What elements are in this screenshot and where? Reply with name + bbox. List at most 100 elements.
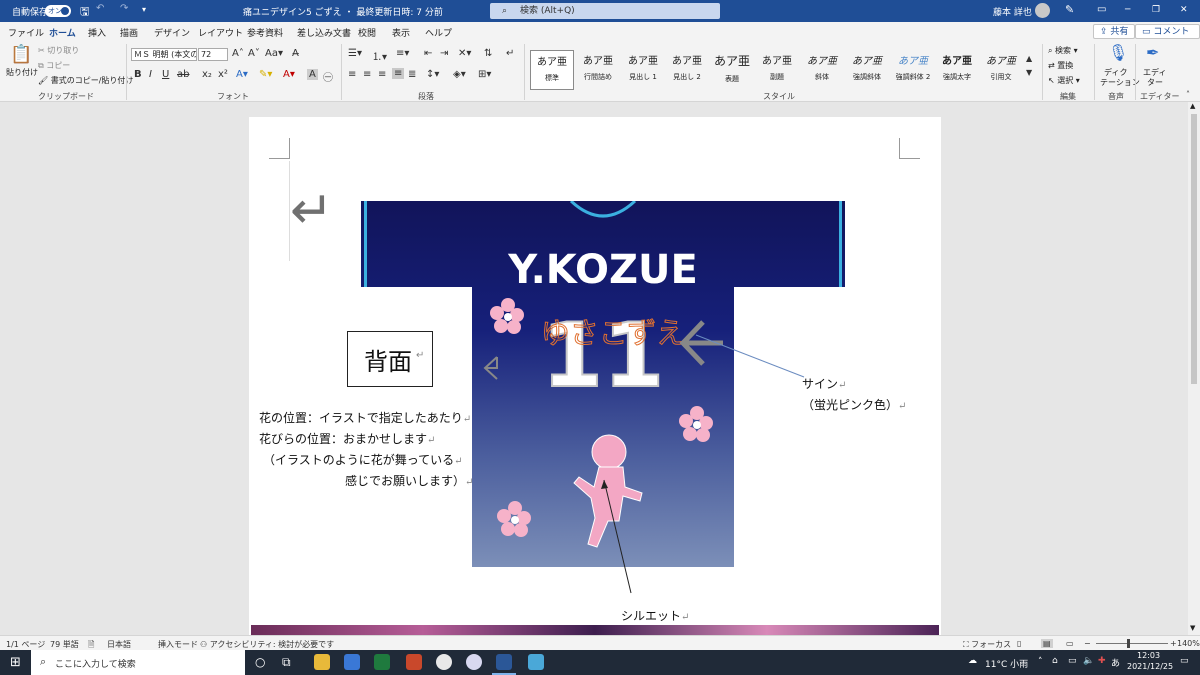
camera-icon[interactable]: ▭ [1068,656,1077,666]
scroll-down-icon[interactable]: ▼ [1190,624,1195,632]
tab-mailings[interactable]: 差し込み文書 [297,26,351,39]
increase-indent-icon[interactable]: ⇥ [440,48,448,59]
tab-design[interactable]: デザイン [154,26,190,39]
zoom-in-icon[interactable]: + [1170,639,1177,648]
excel-icon[interactable] [374,654,390,670]
change-case-icon[interactable]: Aa▾ [265,48,283,59]
text-effects-icon[interactable]: A▾ [236,69,248,80]
vertical-scrollbar[interactable]: ▲ ▼ [1188,102,1200,635]
page-count[interactable]: 1/1 ページ [6,639,45,650]
clock-date[interactable]: 2021/12/25 [1127,662,1173,671]
styles-scroll-up-icon[interactable]: ▲ [1026,54,1032,63]
microphone-icon[interactable]: 🎙 [1108,43,1128,62]
select-button[interactable]: ↖ 選択 ▾ [1048,75,1080,86]
cut-button[interactable]: ✂ 切り取り [38,45,79,56]
numbering-icon[interactable]: ⒈▾ [372,48,387,63]
comment-button[interactable]: ▭ コメント ▾ [1135,24,1200,52]
format-painter-button[interactable]: 🖌 書式のコピー/貼り付け [38,75,133,86]
pen-icon[interactable]: ✎ [1065,3,1074,16]
shrink-font-icon[interactable]: A˅ [248,48,260,59]
multilevel-list-icon[interactable]: ≡▾ [396,48,409,59]
cortana-icon[interactable]: ○ [255,655,265,669]
font-name-combo[interactable]: ＭＳ 明朝 (本文のフォン [131,48,197,61]
security-icon[interactable]: ✚ [1098,656,1106,666]
clear-format-icon[interactable]: A̶ [292,48,299,59]
bold-icon[interactable]: B [134,69,142,80]
show-marks-icon[interactable]: ↵ [506,48,514,59]
avatar[interactable] [1035,3,1050,18]
minimize-icon[interactable]: ─ [1125,5,1130,15]
flower-note-line-4[interactable]: 感じでお願いします）↵ [345,472,473,489]
chrome-icon[interactable] [436,654,452,670]
maximize-icon[interactable]: ❐ [1152,5,1160,15]
tab-view[interactable]: 表示 [392,26,410,39]
align-right-icon[interactable]: ≡ [378,69,386,80]
web-layout-icon[interactable]: ▭ [1066,639,1074,648]
windows-start-icon[interactable]: ⊞ [10,655,21,670]
file-explorer-icon[interactable] [314,654,330,670]
photos-icon[interactable] [528,654,544,670]
style-quote[interactable]: あア亜 引用文 [979,50,1023,90]
silhouette-note[interactable]: シルエット↵ [621,607,689,624]
style-heading-1[interactable]: あア亜 見出し 1 [621,50,665,90]
language[interactable]: 日本語 [107,639,131,650]
decrease-indent-icon[interactable]: ⇤ [424,48,432,59]
subscript-icon[interactable]: x₂ [202,69,212,80]
redo-icon[interactable]: ↷ [120,3,128,14]
zoom-slider-thumb[interactable] [1127,639,1130,648]
justify-icon[interactable]: ≡ [392,68,405,79]
undo-icon[interactable]: ↶ [96,3,104,14]
ime-indicator[interactable]: あ [1111,656,1120,669]
close-icon[interactable]: ✕ [1180,5,1188,15]
tab-references[interactable]: 参考資料 [247,26,283,39]
editor-label-2[interactable]: ター [1147,77,1163,88]
style-standard[interactable]: あア亜 標準 [530,50,574,90]
style-subtitle[interactable]: あア亜 副題 [755,50,799,90]
sign-note-line-2[interactable]: （蛍光ピンク色）↵ [802,396,906,413]
find-button[interactable]: ⌕ 検索 ▾ [1048,45,1078,56]
zoom-out-icon[interactable]: − [1084,639,1091,648]
print-layout-icon[interactable]: ▤ [1041,639,1053,648]
share-button[interactable]: ⇪ 共有 [1093,24,1136,39]
grow-font-icon[interactable]: A˄ [232,48,244,59]
sign-note-line-1[interactable]: サイン↵ [802,375,846,392]
flower-note-line-3[interactable]: （イラストのように花が舞っている↵ [263,451,463,468]
paste-button[interactable]: 貼り付け [6,67,38,78]
align-left-icon[interactable]: ≡ [348,69,356,80]
italic-icon[interactable]: I [149,69,152,80]
task-view-icon[interactable]: ⧉ [282,655,291,670]
flower-note-line-2[interactable]: 花びらの位置：おまかせします↵ [259,430,435,447]
collapse-ribbon-icon[interactable]: ˄ [1186,90,1190,99]
document-area[interactable]: ↵ Y.KOZUE 11 ゆさこずえ 背面 ↵ サイン↵ （蛍光ピンク色）↵ 花… [0,102,1188,635]
scroll-up-icon[interactable]: ▲ [1190,102,1195,110]
tab-draw[interactable]: 描画 [120,26,138,39]
insert-mode[interactable]: 挿入モード [158,639,198,650]
qat-customize-icon[interactable]: ▾ [142,5,146,14]
search-box[interactable]: ⌕ 検索 (Alt+Q) [490,3,720,19]
volume-icon[interactable]: 🔈 [1083,656,1094,666]
style-emphasis[interactable]: あア亜 斜体 [800,50,844,90]
scrollbar-thumb[interactable] [1191,114,1197,384]
styles-scroll-down-icon[interactable]: ▼ [1026,68,1032,77]
powerpoint-icon[interactable] [406,654,422,670]
zoom-slider[interactable] [1096,643,1168,644]
underline-icon[interactable]: U [162,69,169,80]
weather-text[interactable]: 11°C 小雨 [985,657,1028,670]
line-spacing-icon[interactable]: ↕▾ [426,69,439,80]
tab-review[interactable]: 校閲 [358,26,376,39]
style-intense-emphasis-2[interactable]: あア亜 強調斜体 2 [890,50,936,90]
document-page[interactable]: ↵ Y.KOZUE 11 ゆさこずえ 背面 ↵ サイン↵ （蛍光ピンク色）↵ 花… [249,117,941,635]
strikethrough-icon[interactable]: ab [177,69,189,80]
tab-insert[interactable]: 挿入 [88,26,106,39]
copy-button[interactable]: ⧉ コピー [38,60,70,71]
word-icon[interactable] [496,654,512,670]
accessibility-status[interactable]: ⚇ アクセシビリティ: 検討が必要です [200,639,334,650]
notification-icon[interactable]: ▭ [1180,656,1189,666]
zoom-level[interactable]: 140% [1177,639,1200,648]
font-color-icon[interactable]: A▾ [283,69,295,80]
style-no-spacing[interactable]: あア亜 行間詰め [576,50,620,90]
tab-help[interactable]: ヘルプ [425,26,452,39]
enclose-char-icon[interactable]: ㊀ [323,69,333,84]
borders-icon[interactable]: ⊞▾ [478,69,491,80]
store-icon[interactable] [344,654,360,670]
